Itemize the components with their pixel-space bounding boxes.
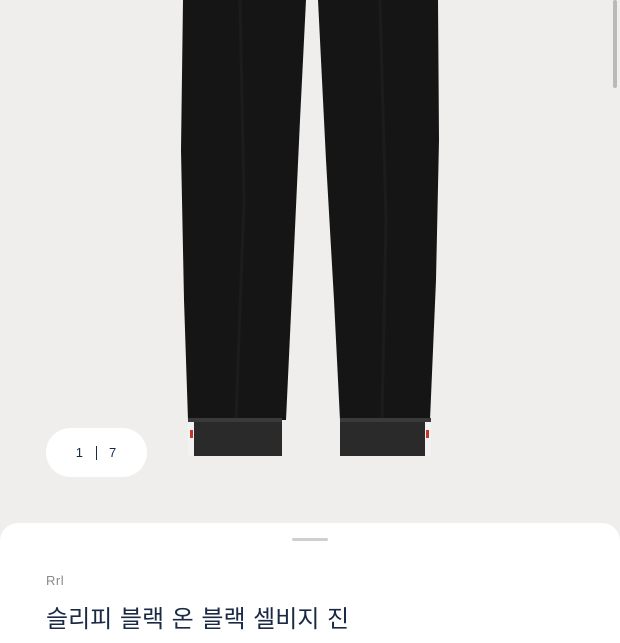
image-counter: 1 7	[46, 428, 147, 477]
sheet-drag-handle[interactable]	[292, 538, 328, 541]
product-brand: Rrl	[46, 573, 65, 588]
page-scrollbar[interactable]	[613, 0, 617, 88]
image-counter-divider	[96, 445, 97, 460]
image-counter-current: 1	[75, 445, 84, 460]
product-image-gallery[interactable]: 1 7	[0, 0, 620, 540]
product-title: 슬리피 블랙 온 블랙 셀비지 진	[46, 605, 350, 633]
product-info-sheet: Rrl 슬리피 블랙 온 블랙 셀비지 진	[0, 523, 620, 643]
image-counter-total: 7	[109, 445, 118, 460]
